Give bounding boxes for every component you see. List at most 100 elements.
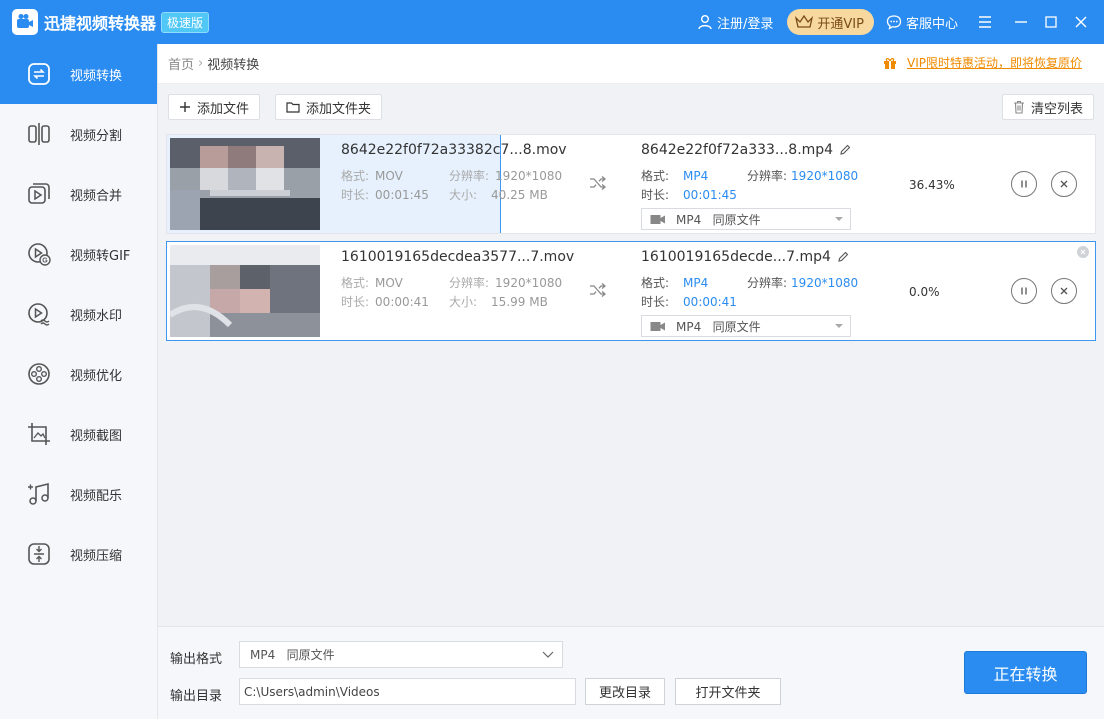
edit-pencil-icon[interactable] — [839, 144, 851, 156]
video-convert-icon — [26, 61, 52, 87]
output-format: 格式: MP4 — [641, 169, 709, 183]
video-optimize-icon — [26, 361, 52, 387]
output-duration: 时长: 00:00:41 — [641, 295, 737, 309]
sidebar-item-label: 视频压缩 — [70, 548, 123, 564]
video-compress-icon — [26, 541, 52, 567]
video-watermark-icon — [26, 301, 52, 327]
output-format-select[interactable]: MP4 同原文件 — [641, 208, 851, 230]
svg-text:G: G — [42, 258, 48, 265]
output-file-name[interactable]: 8642e22f0f72a333...8.mp4 — [641, 142, 851, 158]
chevron-down-icon — [542, 651, 554, 658]
output-resolution: 分辨率: 1920*1080 — [747, 169, 859, 183]
breadcrumb-separator-icon: › — [198, 56, 204, 71]
open-folder-button[interactable]: 打开文件夹 — [675, 678, 781, 705]
sidebar-item-video-convert[interactable]: 视频转换 — [0, 44, 157, 104]
sidebar-item-video-compress[interactable]: 视频压缩 — [0, 524, 157, 584]
add-file-button[interactable]: 添加文件 — [168, 94, 261, 120]
video-thumbnail — [170, 245, 320, 337]
add-folder-label: 添加文件夹 — [306, 101, 372, 117]
crown-icon — [795, 15, 814, 28]
breadcrumb-home[interactable]: 首页 — [168, 54, 194, 73]
add-file-label: 添加文件 — [197, 101, 250, 117]
close-icon — [1060, 287, 1068, 295]
user-icon — [698, 15, 712, 30]
promo-text: VIP限时特惠活动，即将恢复原价 — [907, 56, 1082, 70]
sidebar-item-label: 视频分割 — [70, 128, 123, 144]
sidebar-item-label: 视频截图 — [70, 428, 123, 444]
sidebar-item-label: 视频优化 — [70, 368, 123, 384]
video-camera-icon — [650, 214, 665, 224]
login-button[interactable]: 注册/登录 — [697, 13, 773, 32]
menu-icon — [979, 16, 991, 28]
sidebar-item-video-gif[interactable]: G 视频转GIF — [0, 224, 157, 284]
output-duration: 时长: 00:01:45 — [641, 188, 737, 202]
edition-badge: 极速版 — [161, 11, 210, 33]
close-window-button[interactable] — [1068, 9, 1094, 35]
source-resolution: 分辨率: 1920*1080 — [449, 276, 563, 290]
chevron-down-icon — [835, 324, 843, 328]
title-bar: 迅捷视频转换器 极速版 注册/登录 开通VIP 客服中心 — [0, 0, 1104, 44]
video-camera-icon — [650, 321, 665, 331]
minimize-button[interactable] — [1008, 9, 1034, 35]
vip-label: 开通VIP — [817, 16, 864, 32]
output-file-name-text: 1610019165decde...7.mp4 — [641, 249, 831, 265]
chat-icon — [886, 15, 902, 30]
maximize-button[interactable] — [1038, 9, 1064, 35]
sidebar-item-video-music[interactable]: 视频配乐 — [0, 464, 157, 524]
source-duration: 时长: 00:01:45 — [341, 188, 429, 202]
sidebar: 视频转换 视频分割 视频合并 G 视频转GIF 视频水印 视频优化 视频截图 视… — [0, 44, 158, 719]
output-file-name-text: 8642e22f0f72a333...8.mp4 — [641, 142, 834, 158]
convert-button[interactable]: 正在转换 — [964, 651, 1087, 694]
output-format-select[interactable]: MP4 同原文件 — [641, 315, 851, 337]
plus-icon — [180, 102, 190, 112]
app-logo-icon — [12, 9, 38, 35]
video-gif-icon: G — [26, 241, 52, 267]
main-panel: 首页 › 视频转换 VIP限时特惠活动，即将恢复原价 添加文件 添加文件夹 清空… — [158, 44, 1104, 719]
video-music-icon — [26, 481, 52, 507]
vip-button[interactable]: 开通VIP — [787, 9, 874, 35]
sidebar-item-label: 视频合并 — [70, 188, 123, 204]
output-file-name[interactable]: 1610019165decde...7.mp4 — [641, 249, 849, 265]
change-dir-button[interactable]: 更改目录 — [585, 678, 665, 705]
menu-button[interactable] — [972, 9, 998, 35]
sidebar-item-label: 视频转GIF — [70, 248, 131, 264]
breadcrumb-current: 视频转换 — [207, 58, 260, 73]
pause-button[interactable] — [1011, 171, 1037, 197]
list-item[interactable]: 1610019165decdea3577...7.mov 格式: MOV 分辨率:… — [166, 241, 1096, 341]
video-split-icon — [26, 121, 52, 147]
file-list: 8642e22f0f72a33382c7...8.mov 格式: MOV 分辨率:… — [158, 132, 1104, 626]
remove-button[interactable] — [1051, 278, 1077, 304]
sidebar-item-video-optimize[interactable]: 视频优化 — [0, 344, 157, 404]
sidebar-item-video-screenshot[interactable]: 视频截图 — [0, 404, 157, 464]
pause-button[interactable] — [1011, 278, 1037, 304]
source-file-name: 1610019165decdea3577...7.mov — [341, 249, 575, 265]
support-button[interactable]: 客服中心 — [886, 13, 958, 32]
item-delete-button[interactable] — [1077, 246, 1089, 258]
vip-promo-link[interactable]: VIP限时特惠活动，即将恢复原价 — [883, 54, 1082, 71]
source-format: 格式: MOV — [341, 169, 403, 183]
support-label: 客服中心 — [905, 16, 958, 32]
sidebar-item-video-split[interactable]: 视频分割 — [0, 104, 157, 164]
folder-icon — [286, 102, 300, 113]
list-item[interactable]: 8642e22f0f72a33382c7...8.mov 格式: MOV 分辨率:… — [166, 134, 1096, 234]
remove-button[interactable] — [1051, 171, 1077, 197]
app-title: 迅捷视频转换器 — [44, 14, 157, 33]
sidebar-item-label: 视频转换 — [70, 68, 123, 84]
add-folder-button[interactable]: 添加文件夹 — [275, 94, 383, 120]
source-resolution: 分辨率: 1920*1080 — [449, 169, 563, 183]
output-dir-field[interactable]: C:\Users\admin\Videos — [239, 678, 576, 705]
output-format-dropdown[interactable]: MP4 同原文件 — [239, 641, 563, 668]
sidebar-item-video-watermark[interactable]: 视频水印 — [0, 284, 157, 344]
close-icon — [1060, 180, 1068, 188]
clear-list-button[interactable]: 清空列表 — [1001, 94, 1094, 120]
output-format-select-value: MP4 同原文件 — [676, 319, 761, 334]
bottom-panel: 输出格式 MP4 同原文件 输出目录 C:\Users\admin\Videos… — [158, 626, 1104, 719]
maximize-icon — [1045, 16, 1057, 28]
close-icon — [1080, 249, 1086, 255]
pause-icon — [1021, 287, 1027, 295]
edit-pencil-icon[interactable] — [837, 251, 849, 263]
progress-text: 0.0% — [909, 285, 940, 299]
sidebar-item-video-merge[interactable]: 视频合并 — [0, 164, 157, 224]
convert-arrows-icon — [590, 176, 607, 190]
gift-icon — [884, 57, 896, 69]
